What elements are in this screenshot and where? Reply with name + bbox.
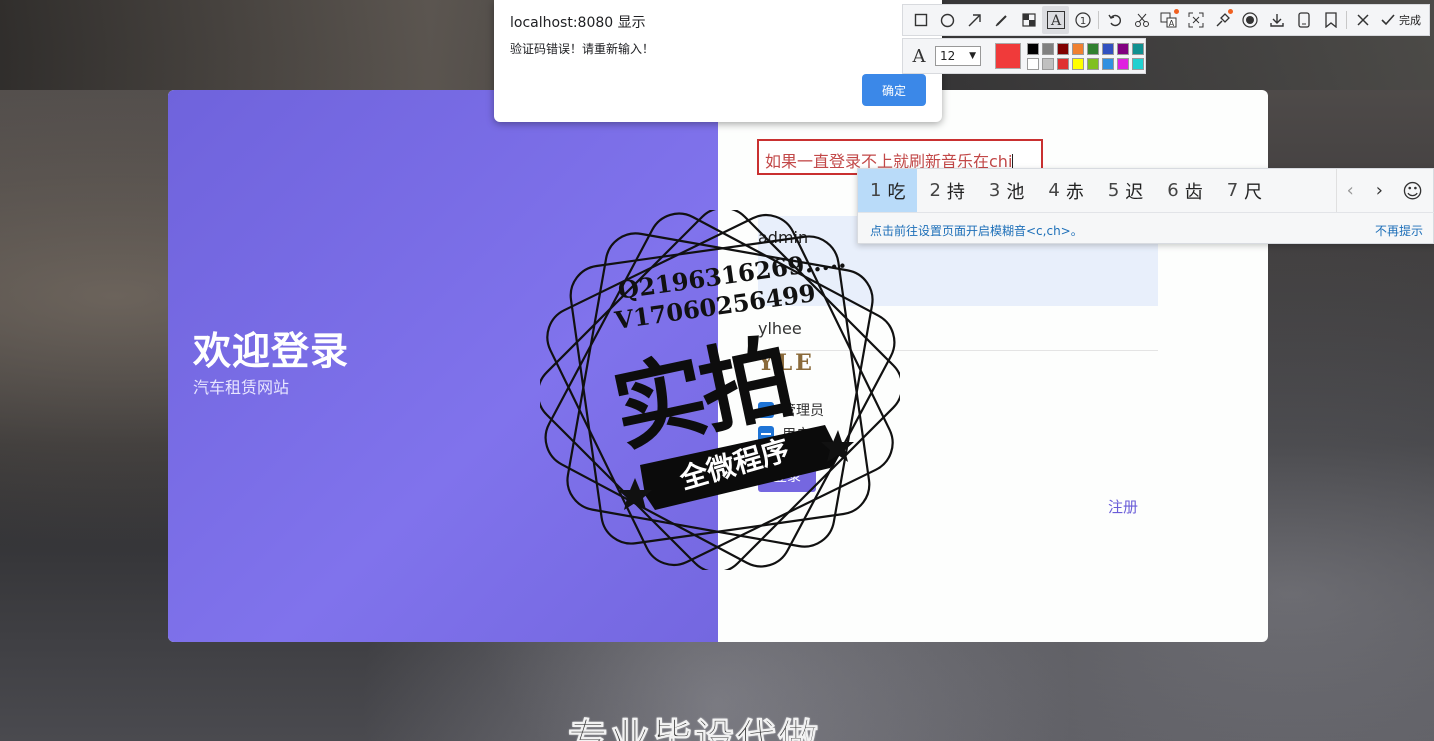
chevron-left-icon[interactable]: ‹ — [1347, 180, 1354, 201]
color-swatch[interactable] — [1102, 57, 1114, 70]
text-icon[interactable]: A — [1042, 6, 1069, 34]
welcome-subtitle: 汽车租赁网站 — [193, 378, 290, 397]
chevron-right-icon[interactable]: › — [1376, 180, 1383, 201]
ocr-icon[interactable] — [1182, 6, 1209, 34]
ime-candidate-window: 1吃2持3池4赤5迟6齿7尺 ‹ › ☺ 点击前往设置页面开启模糊音<c,ch>… — [857, 168, 1434, 244]
pen-icon[interactable] — [988, 6, 1015, 34]
pin-icon[interactable] — [1209, 6, 1236, 34]
chevron-down-icon: ▼ — [969, 51, 976, 61]
screenshot-toolbar: A 1 A 完成 — [902, 4, 1430, 36]
welcome-title: 欢迎登录 — [193, 329, 350, 373]
alert-message: 验证码错误！请重新输入！ — [510, 42, 655, 56]
ime-candidate-number: 3 — [988, 180, 1001, 201]
ime-candidate-number: 7 — [1226, 180, 1239, 201]
ime-candidate-char: 迟 — [1125, 181, 1144, 203]
ime-candidate[interactable]: 2持 — [917, 169, 976, 212]
ime-candidate-char: 齿 — [1184, 181, 1203, 203]
done-label: 完成 — [1399, 14, 1421, 27]
phone-icon[interactable] — [1290, 6, 1317, 34]
color-swatch[interactable] — [1102, 42, 1114, 55]
browser-alert-dialog: localhost:8080 显示 验证码错误！请重新输入！ 确定 — [494, 0, 942, 122]
ime-candidate-number: 1 — [870, 180, 882, 201]
emoji-icon[interactable]: ☺ — [1402, 179, 1423, 203]
username-value: admin — [758, 228, 809, 247]
done-button[interactable]: 完成 — [1380, 12, 1421, 28]
alert-ok-button[interactable]: 确定 — [862, 74, 926, 106]
ime-candidate[interactable]: 7尺 — [1215, 169, 1274, 212]
ime-candidate[interactable]: 1吃 — [858, 169, 918, 212]
background-caption: 专业毕设代做 — [568, 716, 820, 741]
color-swatch[interactable] — [1042, 57, 1054, 70]
ime-candidate-number: 2 — [929, 180, 941, 201]
color-swatch[interactable] — [1042, 42, 1054, 55]
color-swatch[interactable] — [1072, 42, 1084, 55]
svg-text:1: 1 — [1079, 16, 1085, 27]
ellipse-icon[interactable] — [934, 6, 961, 34]
record-icon[interactable] — [1236, 6, 1263, 34]
font-size-value: 12 — [940, 49, 956, 63]
svg-text:A: A — [1049, 13, 1061, 29]
ime-candidate-char: 赤 — [1065, 181, 1084, 203]
translate-icon[interactable]: A — [1155, 6, 1182, 34]
svg-text:A: A — [1168, 19, 1174, 28]
ime-candidate-char: 池 — [1006, 181, 1025, 203]
color-swatch[interactable] — [1117, 42, 1129, 55]
color-swatch[interactable] — [1117, 57, 1129, 70]
color-swatch[interactable] — [1072, 57, 1084, 70]
ime-divider — [858, 212, 1434, 213]
current-color-swatch[interactable] — [995, 43, 1021, 69]
mosaic-icon[interactable] — [1015, 6, 1042, 34]
new-badge — [1228, 9, 1233, 14]
ime-candidate-char: 吃 — [887, 181, 906, 203]
color-swatch[interactable] — [1057, 57, 1069, 70]
alert-title: localhost:8080 显示 — [510, 15, 646, 31]
check-icon — [1381, 14, 1395, 26]
font-icon: A — [912, 45, 926, 67]
arrow-icon[interactable] — [961, 6, 988, 34]
font-size-select[interactable]: 12 ▼ — [935, 46, 981, 66]
ime-candidate-number: 6 — [1167, 180, 1179, 201]
ime-candidate-char: 尺 — [1244, 181, 1263, 203]
color-swatch[interactable] — [1132, 42, 1144, 55]
toolbar-separator — [1098, 11, 1099, 29]
ime-candidate[interactable]: 6齿 — [1155, 169, 1214, 212]
ime-candidate-number: 4 — [1048, 180, 1060, 201]
register-link[interactable]: 注册 — [1108, 496, 1138, 517]
download-icon[interactable] — [1263, 6, 1290, 34]
color-swatch[interactable] — [1027, 57, 1039, 70]
number-icon[interactable]: 1 — [1069, 6, 1096, 34]
ime-candidate-char: 持 — [946, 181, 965, 203]
ime-candidate[interactable]: 5迟 — [1096, 169, 1155, 212]
close-icon[interactable] — [1349, 6, 1376, 34]
crop-icon[interactable] — [1128, 6, 1155, 34]
rect-icon[interactable] — [907, 6, 934, 34]
bookmark-icon[interactable] — [1317, 6, 1344, 34]
color-swatch[interactable] — [1057, 42, 1069, 55]
color-swatch[interactable] — [1087, 42, 1099, 55]
color-palette — [1027, 42, 1144, 70]
color-swatch[interactable] — [1132, 57, 1144, 70]
ime-page-nav: ‹ › — [1335, 169, 1383, 212]
color-swatch[interactable] — [1087, 57, 1099, 70]
new-badge — [1174, 9, 1179, 14]
ime-hint-text[interactable]: 点击前往设置页面开启模糊音<c,ch>。 — [870, 222, 1083, 239]
undo-icon[interactable] — [1101, 6, 1128, 34]
ime-candidate[interactable]: 3池 — [977, 169, 1036, 212]
ime-candidate-number: 5 — [1107, 180, 1120, 201]
ime-candidate[interactable]: 4赤 — [1036, 169, 1095, 212]
toolbar-separator — [1346, 11, 1347, 29]
ime-dismiss-link[interactable]: 不再提示 — [1375, 222, 1423, 239]
color-swatch[interactable] — [1027, 42, 1039, 55]
text-style-bar: A 12 ▼ — [902, 38, 1146, 74]
